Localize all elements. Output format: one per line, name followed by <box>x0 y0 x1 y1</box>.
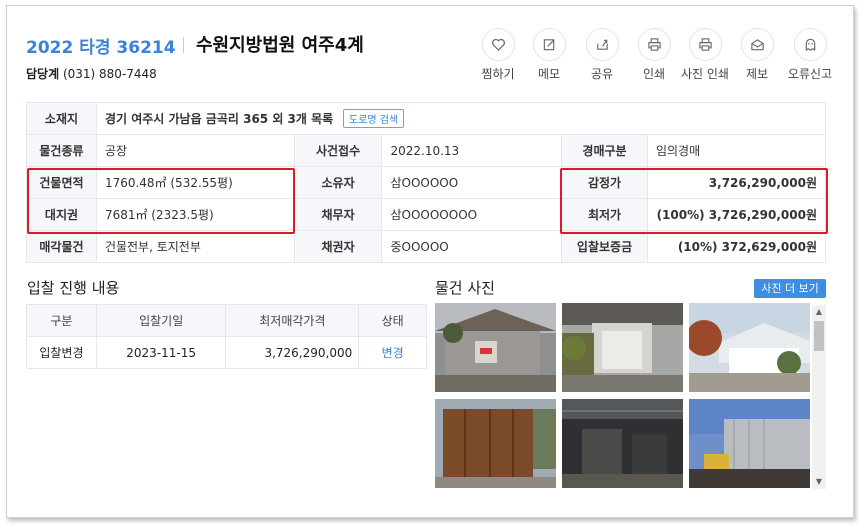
photo-print-icon <box>688 28 722 61</box>
mail-icon <box>740 28 774 61</box>
received-value: 2022.10.13 <box>381 134 563 167</box>
type-value: 공장 <box>95 134 295 167</box>
property-photo-2[interactable] <box>562 303 683 392</box>
price-highlight-box <box>560 168 828 234</box>
auction-kind-value: 임의경매 <box>646 134 827 167</box>
info-row-location: 소재지 경기 여주시 가남읍 금곡리 365 외 3개 목록 도로명 검색 <box>26 102 827 135</box>
memo-button[interactable]: 메모 <box>519 28 579 82</box>
bid-kind: 입찰변경 <box>26 336 97 369</box>
report-icon <box>793 28 827 61</box>
tip-label: 제보 <box>745 67 769 81</box>
scroll-down-arrow-icon[interactable]: ▼ <box>812 475 826 489</box>
property-photo-5[interactable] <box>562 399 683 488</box>
owner-label: 소유자 <box>293 166 383 199</box>
memo-icon <box>532 28 566 61</box>
location-value: 경기 여주시 가남읍 금곡리 365 외 3개 목록 <box>104 112 334 126</box>
title-divider <box>183 37 184 53</box>
sale-item-label: 매각물건 <box>26 230 97 263</box>
col-price: 최저매각가격 <box>225 304 360 337</box>
col-date: 입찰기일 <box>95 304 227 337</box>
photo-scrollbar[interactable]: ▲ ▼ <box>812 305 826 489</box>
location-cell: 경기 여주시 가남읍 금곡리 365 외 3개 목록 도로명 검색 <box>95 102 827 135</box>
location-label: 소재지 <box>26 102 97 135</box>
error-report-label: 오류신고 <box>787 67 833 81</box>
bid-section-title: 입찰 진행 내용 <box>27 279 120 297</box>
share-icon <box>585 28 619 61</box>
table-row: 입찰변경 2023-11-15 3,726,290,000 변경 <box>26 336 427 369</box>
share-label: 공유 <box>590 67 614 81</box>
road-name-search-button[interactable]: 도로명 검색 <box>343 109 405 128</box>
property-photo-6[interactable] <box>689 399 810 488</box>
manager-contact: 담당계 (031) 880-7448 <box>26 65 157 82</box>
tip-button[interactable]: 제보 <box>727 28 787 82</box>
debtor-value: 삼OOOOOOOO <box>381 198 563 231</box>
creditor-label: 채권자 <box>293 230 383 263</box>
manager-label: 담당계 <box>26 67 60 81</box>
action-toolbar: 찜하기 메모 공유 인쇄 사진 인쇄 제보 오류신고 <box>476 28 841 84</box>
area-highlight-box <box>27 168 295 234</box>
creditor-value: 중OOOOO <box>381 230 563 263</box>
memo-label: 메모 <box>537 67 561 81</box>
property-photo-1[interactable] <box>435 303 556 392</box>
property-photo-4[interactable] <box>435 399 556 488</box>
owner-value: 삼OOOOOO <box>381 166 563 199</box>
error-report-button[interactable]: 오류신고 <box>780 28 840 82</box>
col-status: 상태 <box>358 304 427 337</box>
case-number: 2022 타경 36214 <box>26 38 176 58</box>
photo-print-label: 사진 인쇄 <box>681 67 729 81</box>
photo-section-title: 물건 사진 <box>435 279 495 297</box>
debtor-label: 채무자 <box>293 198 383 231</box>
info-row-type: 물건종류 공장 사건접수 2022.10.13 경매구분 임의경매 <box>26 134 827 167</box>
bid-price: 3,726,290,000 <box>225 336 360 369</box>
bid-date: 2023-11-15 <box>95 336 227 369</box>
info-row-sale: 매각물건 건물전부, 토지전부 채권자 중OOOOO 입찰보증금 (10%) 3… <box>26 230 827 263</box>
property-photo-3[interactable] <box>689 303 810 392</box>
auction-kind-label: 경매구분 <box>561 134 648 167</box>
court-name: 수원지방법원 여주4계 <box>196 35 364 56</box>
bid-table-header: 구분 입찰기일 최저매각가격 상태 <box>26 304 427 337</box>
col-kind: 구분 <box>26 304 97 337</box>
deposit-label: 입찰보증금 <box>561 230 648 263</box>
heart-icon <box>481 28 515 61</box>
print-icon <box>637 28 671 61</box>
bid-status-link[interactable]: 변경 <box>358 336 427 369</box>
deposit-value: (10%) 372,629,000원 <box>646 230 827 263</box>
scroll-up-arrow-icon[interactable]: ▲ <box>812 305 826 319</box>
share-button[interactable]: 공유 <box>572 28 632 82</box>
manager-phone: (031) 880-7448 <box>62 67 157 81</box>
photo-print-button[interactable]: 사진 인쇄 <box>675 28 735 82</box>
received-label: 사건접수 <box>293 134 383 167</box>
more-photos-button[interactable]: 사진 더 보기 <box>754 279 826 298</box>
sale-item-value: 건물전부, 토지전부 <box>95 230 295 263</box>
bid-progress-table: 구분 입찰기일 최저매각가격 상태 입찰변경 2023-11-15 3,726,… <box>26 304 427 369</box>
type-label: 물건종류 <box>26 134 97 167</box>
scroll-thumb[interactable] <box>814 321 824 351</box>
